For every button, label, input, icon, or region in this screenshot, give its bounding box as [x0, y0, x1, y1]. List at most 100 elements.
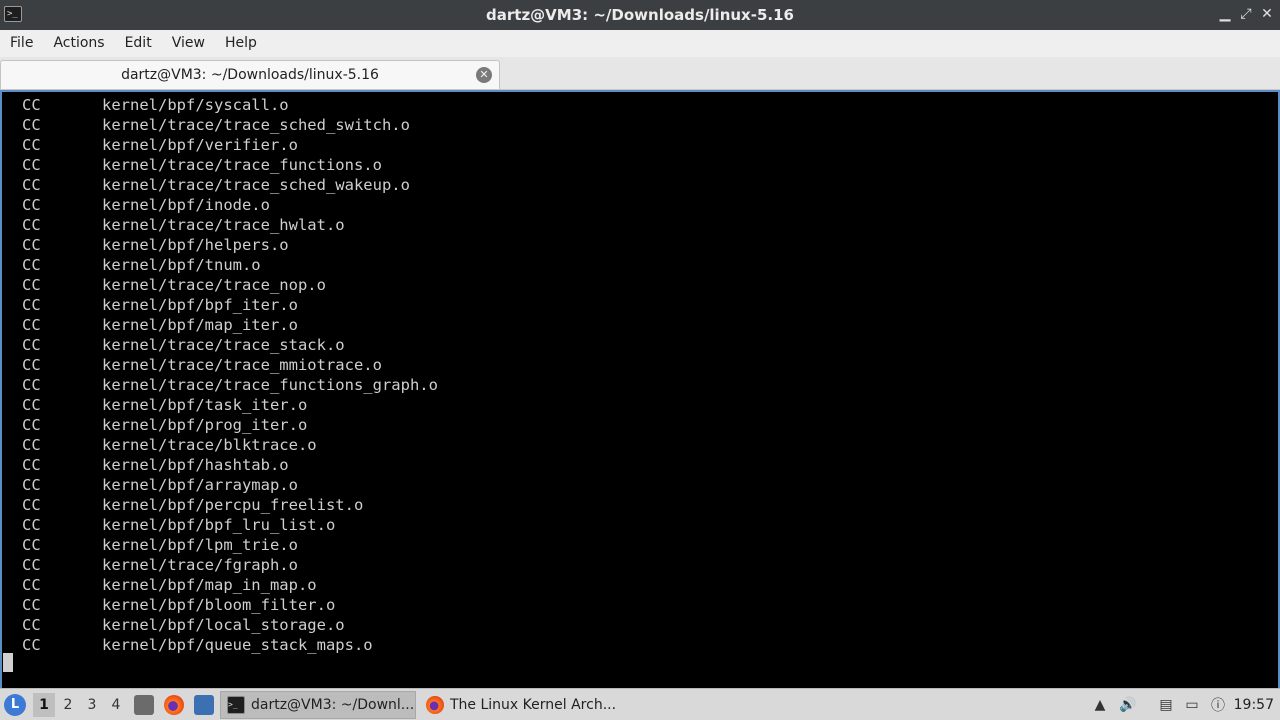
workspace-4[interactable]: 4 [105, 693, 127, 717]
build-step: CC [22, 256, 41, 274]
object-path: kernel/bpf/tnum.o [102, 256, 261, 274]
object-path: kernel/bpf/arraymap.o [102, 476, 298, 494]
window-titlebar[interactable]: >_ dartz@VM3: ~/Downloads/linux-5.16 ▁ ⤢… [0, 0, 1280, 30]
object-path: kernel/bpf/verifier.o [102, 136, 298, 154]
terminal-line: CC kernel/trace/trace_sched_wakeup.o [22, 175, 438, 195]
file-manager-icon[interactable] [134, 695, 154, 715]
menu-file[interactable]: File [0, 30, 43, 57]
terminal-line: CC kernel/bpf/helpers.o [22, 235, 438, 255]
taskbar: L 1 2 3 4 >_ dartz@VM3: ~/Downl... The L… [0, 688, 1280, 720]
build-step: CC [22, 556, 41, 574]
build-step: CC [22, 476, 41, 494]
task-firefox[interactable]: The Linux Kernel Arch... [420, 691, 620, 719]
build-step: CC [22, 96, 41, 114]
terminal-line: CC kernel/trace/trace_nop.o [22, 275, 438, 295]
menu-actions[interactable]: Actions [43, 30, 114, 57]
object-path: kernel/trace/trace_functions.o [102, 156, 382, 174]
object-path: kernel/trace/trace_hwlat.o [102, 216, 345, 234]
terminal-output[interactable]: CC kernel/bpf/syscall.o CC kernel/trace/tra… [0, 90, 1280, 688]
build-step: CC [22, 336, 41, 354]
build-step: CC [22, 136, 41, 154]
menu-help[interactable]: Help [215, 30, 267, 57]
terminal-line: CC kernel/bpf/bpf_lru_list.o [22, 515, 438, 535]
clock[interactable]: 19:57 [1234, 689, 1274, 720]
terminal-lines: CC kernel/bpf/syscall.o CC kernel/trace/tra… [22, 95, 438, 655]
menu-edit[interactable]: Edit [115, 30, 162, 57]
terminal-line: CC kernel/trace/trace_mmiotrace.o [22, 355, 438, 375]
task-terminal[interactable]: >_ dartz@VM3: ~/Downl... [220, 691, 416, 719]
terminal-line: CC kernel/bpf/percpu_freelist.o [22, 495, 438, 515]
build-step: CC [22, 376, 41, 394]
firefox-icon[interactable] [164, 695, 184, 715]
object-path: kernel/trace/blktrace.o [102, 436, 317, 454]
terminal-cursor [3, 653, 13, 672]
minimize-icon[interactable]: ▁ [1216, 5, 1234, 23]
tray-up-icon[interactable]: ▲ [1090, 695, 1110, 715]
build-step: CC [22, 156, 41, 174]
build-step: CC [22, 416, 41, 434]
build-step: CC [22, 196, 41, 214]
tab-close-icon[interactable]: ✕ [476, 67, 492, 83]
terminal-line: CC kernel/trace/trace_functions_graph.o [22, 375, 438, 395]
object-path: kernel/bpf/prog_iter.o [102, 416, 308, 434]
clipboard-icon[interactable]: ▤ [1156, 695, 1176, 715]
object-path: kernel/bpf/bpf_lru_list.o [102, 516, 336, 534]
terminal-line: CC kernel/bpf/bpf_iter.o [22, 295, 438, 315]
build-step: CC [22, 396, 41, 414]
terminal-icon: >_ [227, 696, 245, 714]
terminal-line: CC kernel/trace/trace_hwlat.o [22, 215, 438, 235]
menubar: File Actions Edit View Help [0, 30, 1280, 57]
volume-icon[interactable]: 🔊 [1118, 695, 1138, 715]
show-desktop-icon[interactable] [194, 695, 214, 715]
workspace-3[interactable]: 3 [81, 693, 103, 717]
build-step: CC [22, 176, 41, 194]
close-icon[interactable]: ✕ [1258, 5, 1276, 23]
update-icon[interactable]: ⓘ [1208, 695, 1228, 715]
maximize-icon[interactable]: ⤢ [1237, 5, 1255, 23]
build-step: CC [22, 456, 41, 474]
terminal-line: CC kernel/bpf/inode.o [22, 195, 438, 215]
terminal-line: CC kernel/bpf/prog_iter.o [22, 415, 438, 435]
object-path: kernel/bpf/task_iter.o [102, 396, 308, 414]
firefox-icon [426, 696, 444, 714]
build-step: CC [22, 356, 41, 374]
build-step: CC [22, 216, 41, 234]
object-path: kernel/trace/trace_sched_switch.o [102, 116, 410, 134]
workspace-1[interactable]: 1 [33, 693, 55, 717]
terminal-line: CC kernel/bpf/bloom_filter.o [22, 595, 438, 615]
terminal-app-icon[interactable]: >_ [4, 6, 22, 22]
build-step: CC [22, 276, 41, 294]
terminal-line: CC kernel/trace/fgraph.o [22, 555, 438, 575]
task-label: The Linux Kernel Arch... [450, 697, 617, 713]
start-menu-icon[interactable]: L [4, 694, 26, 716]
object-path: kernel/bpf/syscall.o [102, 96, 289, 114]
object-path: kernel/bpf/hashtab.o [102, 456, 289, 474]
build-step: CC [22, 296, 41, 314]
workspace-2[interactable]: 2 [57, 693, 79, 717]
terminal-line: CC kernel/bpf/arraymap.o [22, 475, 438, 495]
object-path: kernel/bpf/bloom_filter.o [102, 596, 336, 614]
object-path: kernel/trace/trace_sched_wakeup.o [102, 176, 410, 194]
object-path: kernel/bpf/local_storage.o [102, 616, 345, 634]
object-path: kernel/trace/fgraph.o [102, 556, 298, 574]
menu-view[interactable]: View [162, 30, 215, 57]
terminal-line: CC kernel/trace/trace_stack.o [22, 335, 438, 355]
terminal-line: CC kernel/bpf/queue_stack_maps.o [22, 635, 438, 655]
build-step: CC [22, 516, 41, 534]
object-path: kernel/bpf/lpm_trie.o [102, 536, 298, 554]
network-icon[interactable]: ▭ [1182, 695, 1202, 715]
terminal-line: CC kernel/bpf/syscall.o [22, 95, 438, 115]
terminal-line: CC kernel/bpf/hashtab.o [22, 455, 438, 475]
terminal-line: CC kernel/trace/trace_sched_switch.o [22, 115, 438, 135]
object-path: kernel/trace/trace_stack.o [102, 336, 345, 354]
terminal-line: CC kernel/bpf/task_iter.o [22, 395, 438, 415]
terminal-line: CC kernel/bpf/local_storage.o [22, 615, 438, 635]
object-path: kernel/bpf/inode.o [102, 196, 270, 214]
build-step: CC [22, 596, 41, 614]
object-path: kernel/bpf/bpf_iter.o [102, 296, 298, 314]
terminal-tab[interactable]: dartz@VM3: ~/Downloads/linux-5.16 ✕ [0, 60, 500, 89]
object-path: kernel/bpf/helpers.o [102, 236, 289, 254]
tab-label: dartz@VM3: ~/Downloads/linux-5.16 [121, 67, 379, 83]
build-step: CC [22, 116, 41, 134]
build-step: CC [22, 616, 41, 634]
